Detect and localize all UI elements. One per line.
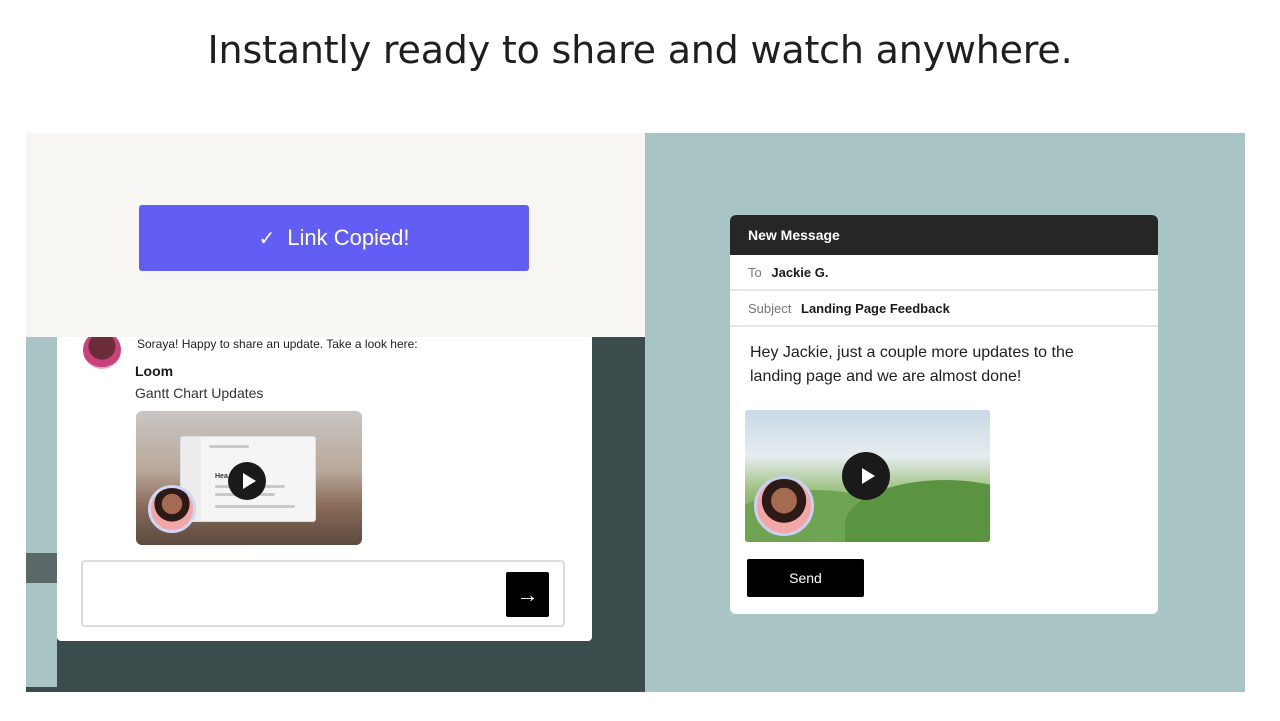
video-thumbnail[interactable] [745,410,990,542]
link-copied-button[interactable]: ✓ Link Copied! [139,205,529,271]
message-input[interactable]: → [81,560,565,627]
link-copied-label: Link Copied! [287,225,410,250]
link-preview-title[interactable]: Gantt Chart Updates [135,385,263,401]
thumbnail-line [209,445,249,448]
subject-value: Landing Page Feedback [801,301,950,316]
play-icon [242,473,256,489]
message-body[interactable]: Hey Jackie, just a couple more updates t… [750,341,1110,389]
subject-label: Subject [748,301,792,316]
page-headline: Instantly ready to share and watch anywh… [207,28,1073,72]
chat-sender: Loom [135,363,174,379]
play-button[interactable] [228,462,266,500]
thumbnail-heading: Hea [215,473,228,480]
check-icon: ✓ [258,227,276,250]
chat-message: Soraya! Happy to share an update. Take a… [137,337,418,351]
thumbnail-line [215,505,295,508]
new-message-window: New Message To Jackie G. Subject Landing… [730,215,1158,614]
to-value: Jackie G. [771,265,829,280]
to-field[interactable]: To Jackie G. [730,255,1158,291]
to-label: To [748,265,762,280]
send-message-button[interactable]: → [506,572,549,617]
background-bar [26,553,57,583]
presenter-avatar [754,476,814,536]
play-icon [861,468,875,484]
copied-banner: ✓ Link Copied! [26,133,645,337]
video-thumbnail[interactable]: Hea [136,411,362,545]
email-panel: New Message To Jackie G. Subject Landing… [645,133,1245,692]
share-link-panel: Soraya! Happy to share an update. Take a… [26,133,645,692]
subject-field[interactable]: Subject Landing Page Feedback [730,291,1158,327]
message-window-title: New Message [730,215,1158,255]
background-strip [26,337,57,687]
arrow-right-icon: → [516,581,539,607]
play-button[interactable] [842,452,890,500]
presenter-avatar [148,485,196,533]
page: Instantly ready to share and watch anywh… [0,0,1280,721]
send-button[interactable]: Send [747,559,864,597]
